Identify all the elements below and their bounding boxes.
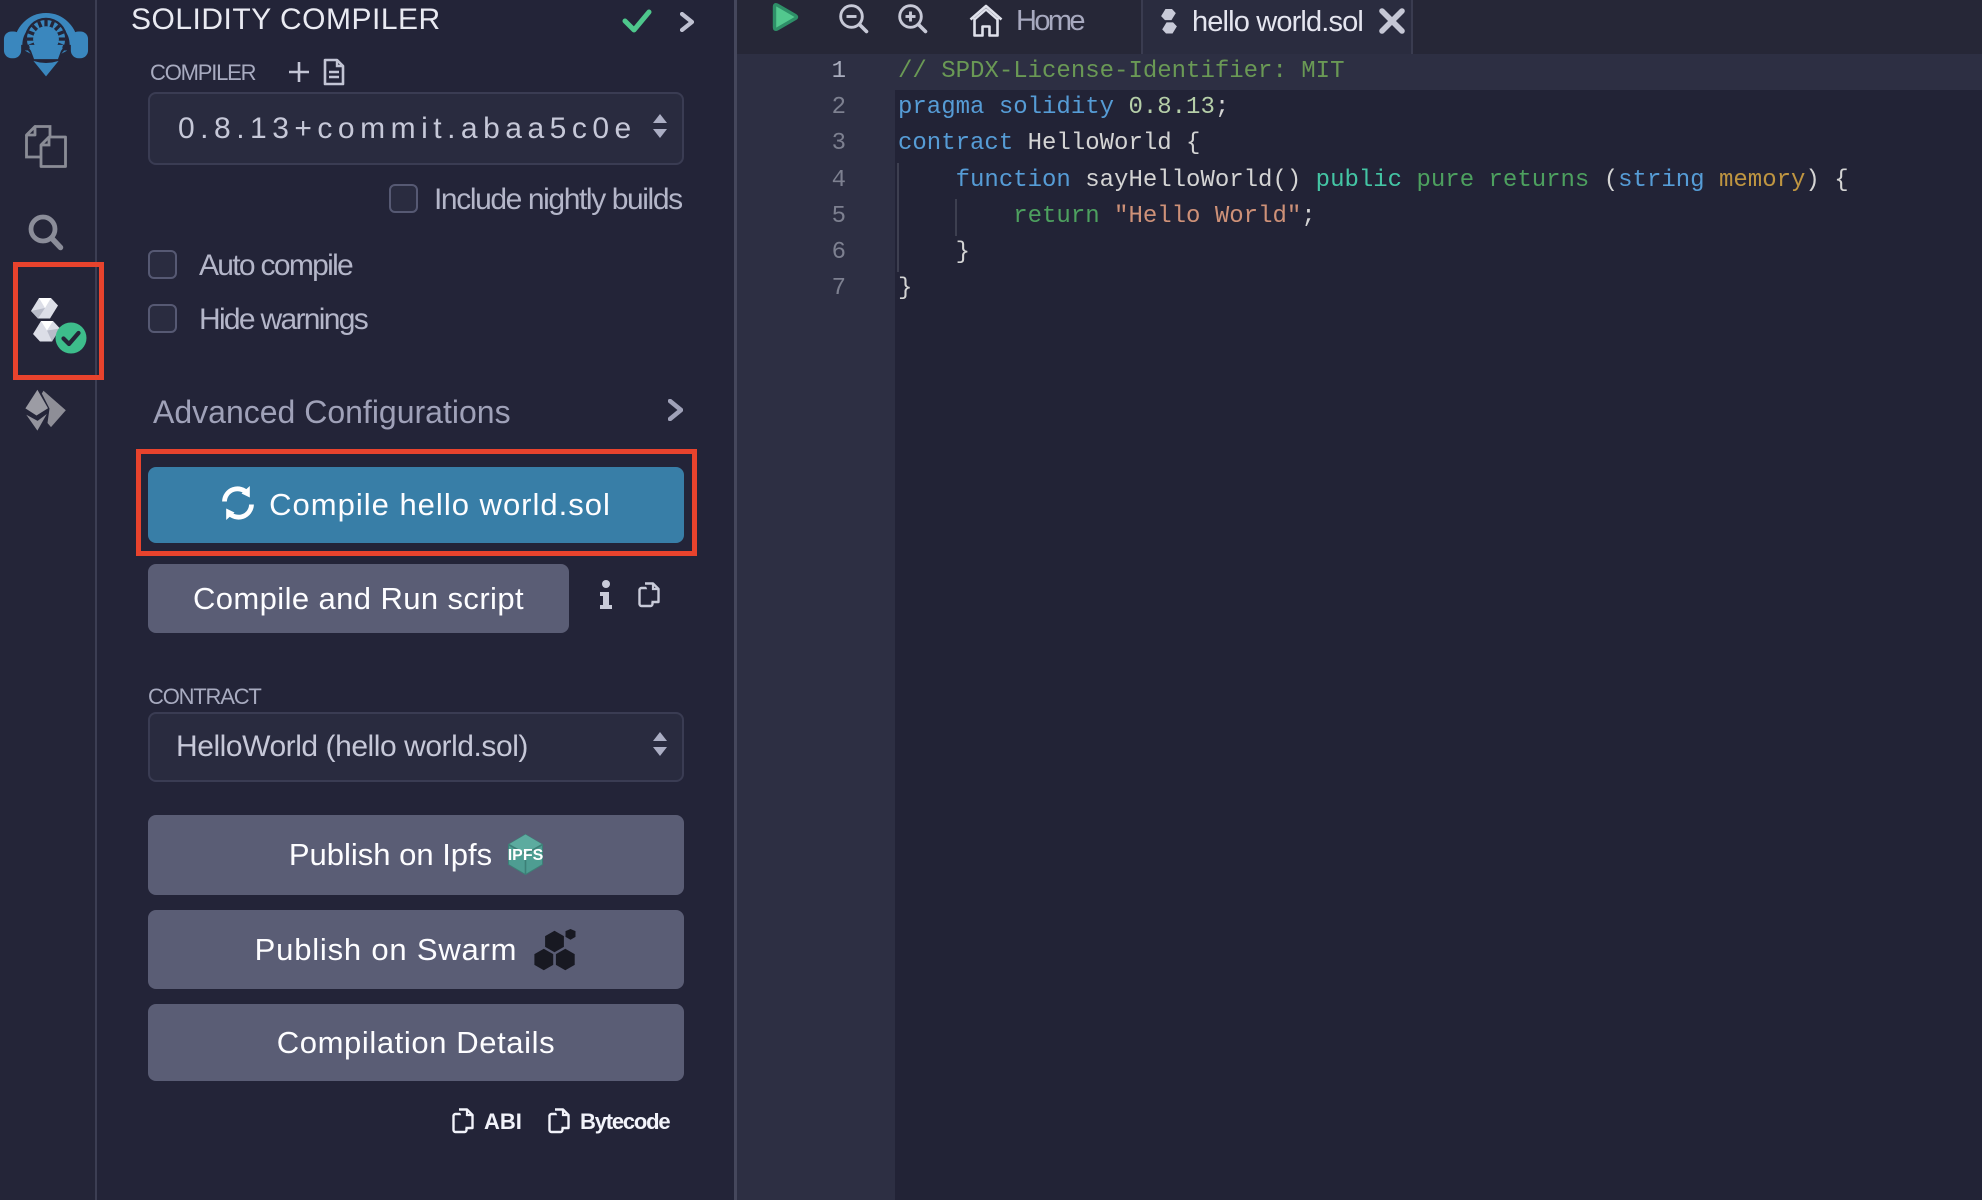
svg-text:IPFS: IPFS	[508, 847, 543, 864]
